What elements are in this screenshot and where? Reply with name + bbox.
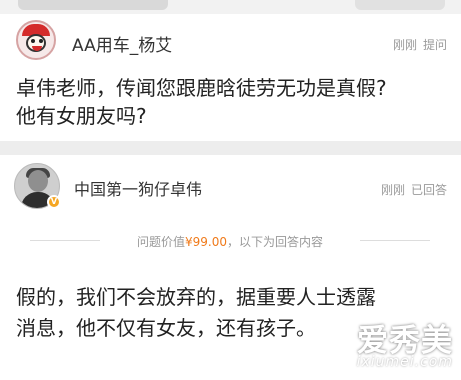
avatar-eye-shape <box>39 39 43 43</box>
answerer-name[interactable]: 中国第一狗仔卓伟 <box>74 176 202 200</box>
answer-time: 刚刚 <box>380 183 405 197</box>
price-amount: ¥99.00 <box>185 235 227 249</box>
price-rule-right <box>360 240 430 241</box>
cropped-element <box>355 0 445 10</box>
avatar-head-shape <box>28 170 48 192</box>
price-prefix: 问题价值 <box>136 235 185 249</box>
cropped-element <box>18 0 168 10</box>
answer-action: 已回答 <box>410 183 447 197</box>
section-divider <box>0 141 461 155</box>
avatar-eye-shape <box>31 39 35 43</box>
answerer-meta: 刚刚 已回答 <box>375 181 447 198</box>
question-time: 刚刚 <box>392 38 417 52</box>
verified-badge-icon: V <box>47 195 61 209</box>
question-text: 卓伟老师，传闻您跟鹿晗徒劳无功是真假? 他有女朋友吗? <box>16 74 446 130</box>
question-line-1: 卓伟老师，传闻您跟鹿晗徒劳无功是真假? <box>16 76 387 100</box>
price-suffix: ，以下为回答内容 <box>227 235 324 249</box>
answer-line-1: 假的，我们不会放弃的，据重要人士透露 <box>16 285 376 309</box>
asker-meta: 刚刚 提问 <box>387 36 447 53</box>
price-text: 问题价值¥99.00，以下为回答内容 <box>30 233 430 250</box>
question-line-2: 他有女朋友吗? <box>16 104 147 128</box>
top-cropped-strip <box>0 0 461 14</box>
asker-name[interactable]: AA用车_杨艾 <box>72 31 172 56</box>
watermark: 爱秀美 ixiumei.com <box>335 315 453 370</box>
question-action: 提问 <box>422 38 447 52</box>
watermark-sub: ixiumei.com <box>356 354 453 370</box>
price-line: 问题价值¥99.00，以下为回答内容 <box>30 231 430 251</box>
asker-avatar[interactable] <box>16 20 56 60</box>
answer-card: V 中国第一狗仔卓伟 刚刚 已回答 问题价值¥99.00，以下为回答内容 假的，我… <box>0 155 461 380</box>
question-card: AA用车_杨艾 刚刚 提问 卓伟老师，传闻您跟鹿晗徒劳无功是真假? 他有女朋友吗? <box>0 14 461 141</box>
